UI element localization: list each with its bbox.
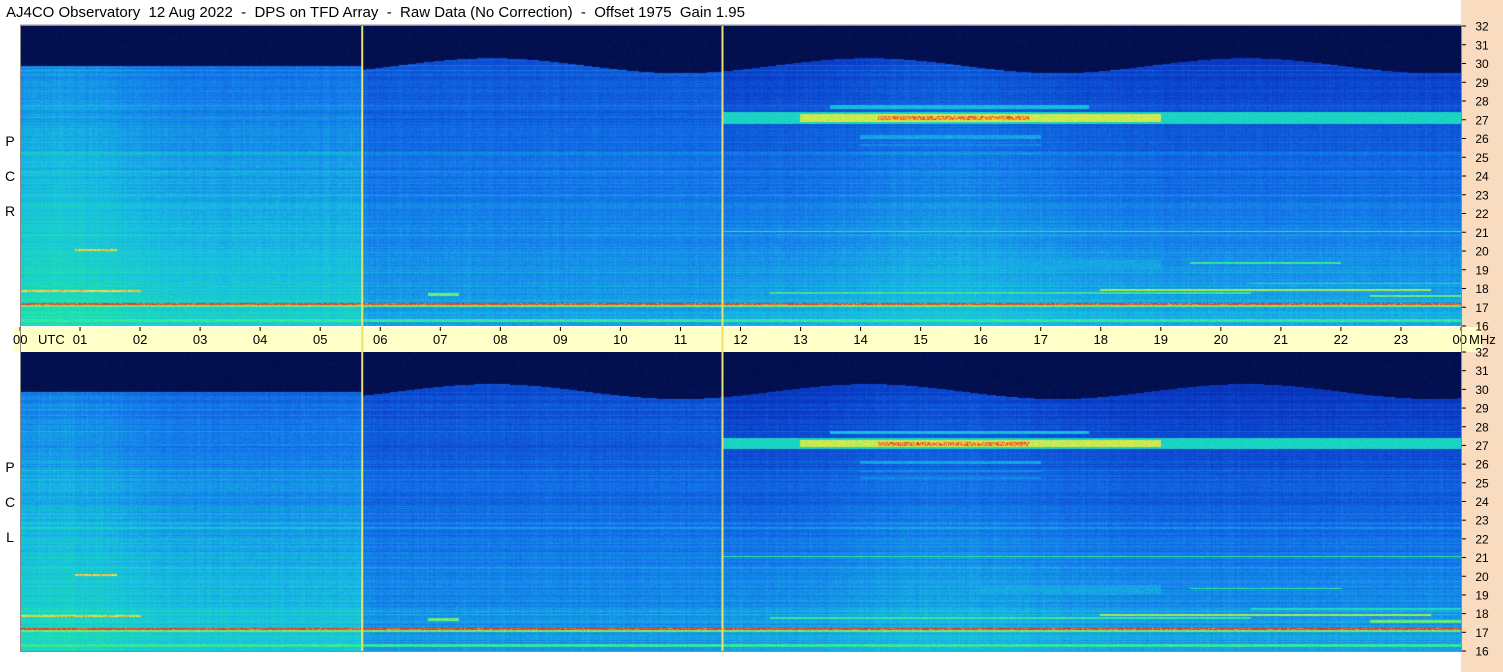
utc-tick-label-4: 04 <box>253 332 267 347</box>
freq-tick-label-1-7: 25 <box>1475 476 1489 490</box>
freq-tick-label-0-1: 31 <box>1475 38 1489 52</box>
utc-tick-label-20: 20 <box>1214 332 1228 347</box>
freq-tick-label-1-2: 30 <box>1475 383 1489 397</box>
freq-tick-label-0-10: 22 <box>1475 207 1489 221</box>
utc-tick-label-21: 21 <box>1274 332 1288 347</box>
freq-tick-label-0-6: 26 <box>1475 132 1489 146</box>
freq-tick-label-0-7: 25 <box>1475 151 1489 165</box>
utc-tick-label-17: 17 <box>1033 332 1047 347</box>
freq-tick-label-0-11: 21 <box>1475 226 1489 240</box>
freq-tick-label-0-16: 16 <box>1475 320 1489 334</box>
utc-tick-label-7: 07 <box>433 332 447 347</box>
freq-tick-label-1-10: 22 <box>1475 532 1489 546</box>
utc-tick-label-10: 10 <box>613 332 627 347</box>
freq-tick-label-1-14: 18 <box>1475 607 1489 621</box>
utc-tick-label-3: 03 <box>193 332 207 347</box>
utc-tick-label-19: 19 <box>1154 332 1168 347</box>
utc-tick-label-18: 18 <box>1094 332 1108 347</box>
freq-tick-label-0-8: 24 <box>1475 170 1489 184</box>
utc-tick-label-16: 16 <box>973 332 987 347</box>
utc-tick-label-11: 11 <box>674 332 688 347</box>
freq-tick-label-1-6: 26 <box>1475 458 1489 472</box>
freq-tick-label-1-5: 27 <box>1475 439 1489 453</box>
freq-tick-label-0-0: 32 <box>1475 20 1489 34</box>
utc-unit-label: UTC <box>38 332 65 347</box>
freq-tick-label-1-11: 21 <box>1475 551 1489 565</box>
utc-tick-label-2: 02 <box>133 332 147 347</box>
utc-tick-label-1: 01 <box>73 332 87 347</box>
freq-tick-label-1-12: 20 <box>1475 570 1489 584</box>
utc-tick-label-8: 08 <box>493 332 507 347</box>
utc-tick-label-23: 23 <box>1394 332 1408 347</box>
freq-tick-label-0-5: 27 <box>1475 113 1489 127</box>
freq-tick-label-1-1: 31 <box>1475 364 1489 378</box>
freq-tick-label-1-13: 19 <box>1475 588 1489 602</box>
freq-tick-label-0-12: 20 <box>1475 245 1489 259</box>
freq-tick-label-1-0: 32 <box>1475 346 1489 360</box>
freq-tick-label-0-4: 28 <box>1475 95 1489 109</box>
freq-tick-label-0-3: 29 <box>1475 76 1489 90</box>
utc-tick-label-15: 15 <box>913 332 927 347</box>
chart-overlay: 00 01 02 03 04 05 06 07 08 09 10 11 12 13 14 15 16 17 18 19… <box>13 20 1496 659</box>
freq-tick-label-1-3: 29 <box>1475 402 1489 416</box>
utc-tick-label-6: 06 <box>373 332 387 347</box>
utc-tick-label-13: 13 <box>793 332 807 347</box>
freq-tick-label-1-16: 16 <box>1475 645 1489 659</box>
utc-tick-label-9: 09 <box>553 332 567 347</box>
utc-tick-label-14: 14 <box>853 332 867 347</box>
freq-tick-label-0-2: 30 <box>1475 57 1489 71</box>
utc-tick-label-12: 12 <box>733 332 747 347</box>
freq-tick-label-0-9: 23 <box>1475 188 1489 202</box>
freq-tick-label-1-8: 24 <box>1475 495 1489 509</box>
freq-tick-label-0-13: 19 <box>1475 263 1489 277</box>
freq-tick-label-0-14: 18 <box>1475 282 1489 296</box>
utc-tick-label-5: 05 <box>313 332 327 347</box>
utc-tick-label-24: 00 <box>1453 332 1467 347</box>
freq-tick-label-1-4: 28 <box>1475 420 1489 434</box>
freq-tick-label-1-9: 23 <box>1475 514 1489 528</box>
freq-tick-label-0-15: 17 <box>1475 301 1489 315</box>
freq-tick-label-1-15: 17 <box>1475 626 1489 640</box>
utc-tick-label-22: 22 <box>1334 332 1348 347</box>
